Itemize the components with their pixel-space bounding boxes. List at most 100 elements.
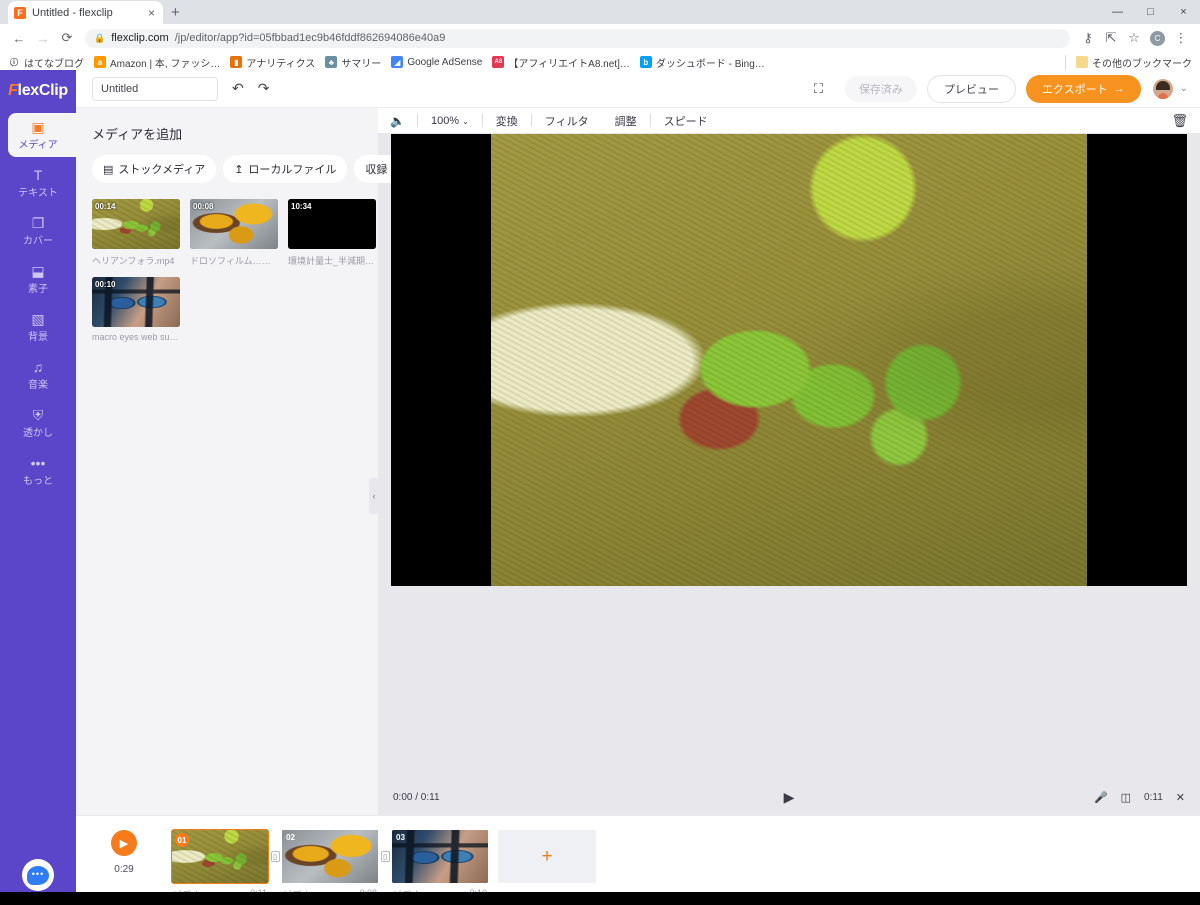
sidebar-item-elements[interactable]: ⬓ 素子 — [0, 260, 76, 298]
bookmark-item[interactable]: ▮ アナリティクス — [230, 55, 315, 70]
app-sidebar: FlexClip ▣ メディア T テキスト ❐ カバー ⬓ 素子 ▧ 背景 ♫… — [0, 70, 76, 905]
bookmark-item[interactable]: A8 【アフィリエイトA8.net]… — [492, 55, 630, 70]
video-canvas[interactable] — [391, 134, 1187, 586]
zoom-level-button[interactable]: 100% ⌄ — [418, 115, 482, 127]
crop-icon[interactable]: ◫ — [1121, 791, 1131, 804]
timeline-clip[interactable]: 03 ビデオ 0:10 — [392, 830, 488, 901]
add-clip-button[interactable]: + — [498, 830, 596, 883]
media-thumbnail[interactable]: 10:34 — [288, 199, 376, 249]
toolbar-speed[interactable]: スピード — [651, 113, 721, 129]
forward-icon[interactable]: → — [32, 27, 54, 49]
media-library-item[interactable]: 00:10 macro eyes web surfer a… — [92, 277, 180, 342]
microphone-icon[interactable]: 🎤 — [1094, 791, 1108, 804]
profile-avatar[interactable]: C — [1150, 30, 1165, 46]
bookmark-item[interactable]: b ダッシュボード - Bing… — [639, 55, 765, 70]
logo-f: F — [8, 82, 18, 99]
undo-icon[interactable]: ↶ — [232, 80, 244, 97]
media-library-item[interactable]: 00:08 ドロソフィルム…場.mov — [190, 199, 278, 267]
bookmark-label: Google AdSense — [407, 56, 483, 68]
stock-media-button[interactable]: ▤ ストックメディア — [92, 155, 217, 183]
media-filename: ヘリアンフォラ.mp4 — [92, 256, 175, 266]
bookmark-label: ダッシュボード - Bing… — [655, 58, 765, 70]
media-library-grid: 00:14 ヘリアンフォラ.mp4 00:08 ドロソフィルム…場.mov — [92, 199, 378, 342]
timeline-clip[interactable]: 01 ビデオ 0:11 — [171, 829, 269, 901]
clip-thumbnail[interactable]: 02 — [282, 830, 378, 883]
chevron-down-icon: ⌄ — [462, 116, 469, 126]
sidebar-item-text[interactable]: T テキスト — [0, 164, 76, 202]
volume-icon[interactable]: 🔈 — [390, 114, 405, 128]
other-bookmarks-button[interactable]: その他のブックマーク — [1065, 54, 1192, 70]
bookmark-item[interactable]: ♣ サマリー — [325, 55, 381, 70]
close-window-icon[interactable]: × — [1167, 0, 1200, 24]
support-chat-button[interactable]: ••• — [22, 859, 54, 891]
timeline-play-button[interactable]: ▶ — [111, 830, 137, 856]
media-duration: 00:14 — [95, 202, 116, 211]
toolbar-adjust[interactable]: 調整 — [602, 113, 650, 129]
export-label: エクスポート — [1041, 83, 1108, 96]
clip-thumbnail[interactable]: 01 — [171, 829, 269, 884]
sidebar-item-label: 背景 — [28, 331, 48, 343]
delete-icon[interactable]: 🗑 — [1171, 113, 1188, 129]
sidebar-item-more[interactable]: ••• もっと — [0, 452, 76, 490]
bookmark-item[interactable]: a Amazon | 本, ファッシ… — [94, 55, 220, 70]
export-button[interactable]: エクスポート → — [1025, 74, 1141, 103]
media-filename: ドロソフィルム…場.mov — [190, 256, 278, 266]
media-filename: macro eyes web surfer a… — [92, 332, 180, 342]
close-icon[interactable]: ✕ — [1176, 791, 1185, 804]
sidebar-item-background[interactable]: ▧ 背景 — [0, 308, 76, 346]
bookmark-label: はてなブログ — [24, 58, 84, 70]
clip-duration: 0:11 — [1144, 791, 1163, 803]
bookmark-item[interactable]: ◢ Google AdSense — [391, 56, 482, 68]
bookmark-star-icon[interactable]: ☆ — [1123, 27, 1145, 49]
sidebar-item-music[interactable]: ♫ 音楽 — [0, 356, 76, 394]
minimize-icon[interactable]: — — [1101, 0, 1134, 24]
new-tab-button[interactable]: + — [171, 4, 180, 21]
user-avatar[interactable] — [1152, 78, 1173, 99]
play-button[interactable]: ▶ — [784, 789, 795, 806]
playback-time: 0:00 / 0:11 — [393, 791, 440, 803]
sidebar-item-cover[interactable]: ❐ カバー — [0, 212, 76, 250]
url-host: flexclip.com — [111, 32, 169, 44]
stock-media-label: ストックメディア — [118, 164, 206, 176]
back-icon[interactable]: ← — [8, 27, 30, 49]
project-name-input[interactable] — [92, 76, 218, 101]
local-file-label: ローカルファイル — [248, 164, 337, 176]
local-file-button[interactable]: ↥ ローカルファイル — [223, 155, 348, 183]
chevron-down-icon[interactable]: ⌄ — [1180, 83, 1188, 94]
letterbox-left — [391, 134, 491, 586]
media-library-item[interactable]: 10:34 環境計量士_半減期.mov — [288, 199, 376, 267]
reload-icon[interactable]: ⟳ — [56, 27, 78, 49]
password-key-icon[interactable]: ⚷ — [1077, 27, 1099, 49]
media-icon: ▣ — [31, 118, 45, 135]
sidebar-item-watermark[interactable]: ⛨ 透かし — [0, 404, 76, 442]
browser-tab[interactable]: F Untitled - flexclip × — [8, 1, 163, 24]
toolbar-convert[interactable]: 変換 — [483, 113, 531, 129]
address-bar[interactable]: 🔒 flexclip.com/jp/editor/app?id=05fbbad1… — [85, 28, 1070, 48]
bookmark-item[interactable]: ⓘ はてなブログ — [8, 55, 84, 70]
browser-menu-icon[interactable]: ⋮ — [1170, 27, 1192, 49]
transition-slot[interactable]: ▯ — [378, 830, 392, 883]
preview-button[interactable]: プレビュー — [926, 74, 1016, 103]
clip-thumbnail[interactable]: 03 — [392, 830, 488, 883]
media-thumbnail[interactable]: 00:14 — [92, 199, 180, 249]
bookmark-icon: ◢ — [391, 56, 404, 68]
maximize-icon[interactable]: □ — [1134, 0, 1167, 24]
sidebar-item-media[interactable]: ▣ メディア — [0, 113, 76, 157]
fullscreen-icon[interactable]: ⛶ — [814, 81, 823, 97]
transition-slot[interactable]: ▯ — [268, 830, 282, 883]
media-thumbnail[interactable]: 00:10 — [92, 277, 180, 327]
toolbar-filter[interactable]: フィルタ — [532, 113, 602, 129]
bookmark-label: Amazon | 本, ファッシ… — [110, 58, 221, 70]
media-thumbnail[interactable]: 00:08 — [190, 199, 278, 249]
close-tab-icon[interactable]: × — [146, 6, 157, 20]
collapse-panel-handle[interactable]: ‹ — [369, 478, 379, 514]
clip-thumbnail-image — [392, 830, 488, 883]
media-library-item[interactable]: 00:14 ヘリアンフォラ.mp4 — [92, 199, 180, 267]
redo-icon[interactable]: ↷ — [258, 80, 270, 97]
avatar-body — [1157, 92, 1168, 99]
clip-thumbnail-image — [282, 830, 378, 883]
share-icon[interactable]: ⇱ — [1100, 27, 1122, 49]
bookmark-icon: a — [94, 56, 106, 68]
music-note-icon: ♫ — [32, 358, 44, 375]
timeline-clip[interactable]: 02 ビデオ 0:08 — [282, 830, 378, 901]
